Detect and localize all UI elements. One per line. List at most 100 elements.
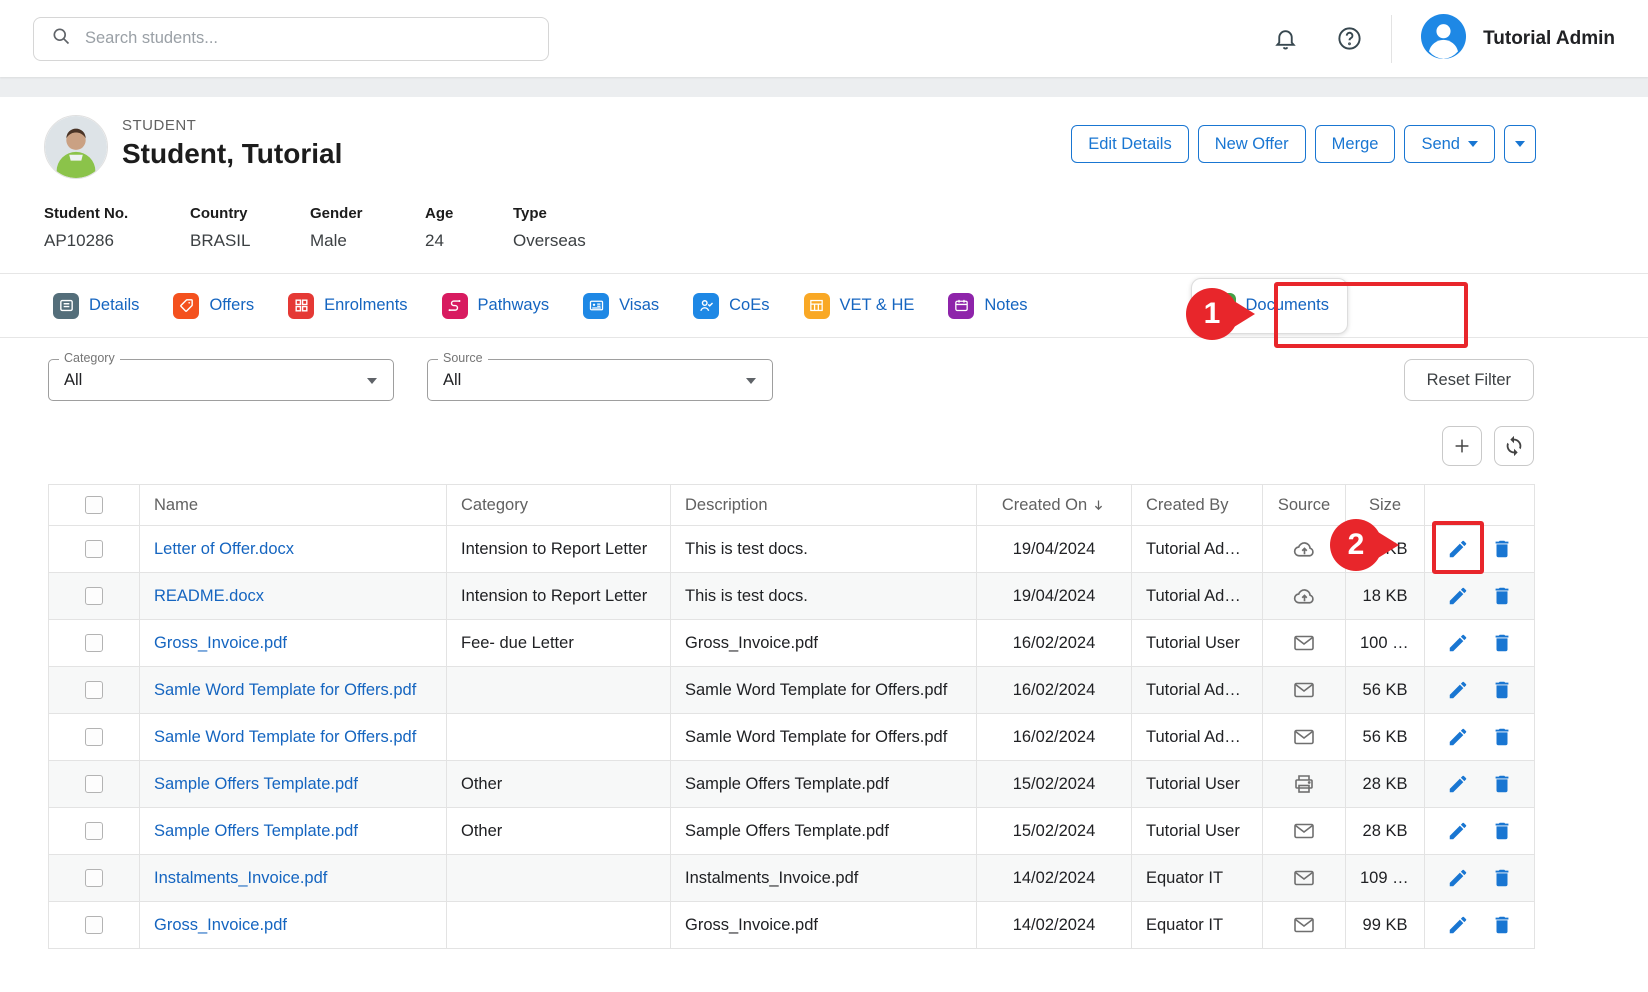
mail-icon (1292, 866, 1316, 890)
category-cell: Fee- due Letter (447, 620, 671, 667)
row-checkbox[interactable] (85, 822, 103, 840)
pathways-icon (442, 293, 468, 319)
edit-icon[interactable] (1447, 632, 1469, 654)
tab-offers[interactable]: Offers (160, 274, 267, 337)
delete-icon[interactable] (1491, 679, 1513, 701)
row-checkbox[interactable] (85, 869, 103, 887)
delete-icon[interactable] (1491, 726, 1513, 748)
cloud-upload-icon (1292, 584, 1317, 609)
document-name-link[interactable]: Sample Offers Template.pdf (154, 775, 358, 793)
select-all-checkbox[interactable] (85, 496, 103, 514)
edit-icon[interactable] (1447, 679, 1469, 701)
col-header-created-on[interactable]: Created On (977, 485, 1132, 526)
table-row: Samle Word Template for Offers.pdf Samle … (49, 667, 1535, 714)
user-menu[interactable]: Tutorial Admin (1420, 13, 1615, 65)
mail-icon (1292, 913, 1316, 937)
row-checkbox[interactable] (85, 587, 103, 605)
row-checkbox[interactable] (85, 728, 103, 746)
topbar-divider (1391, 15, 1392, 63)
tab-coes[interactable]: CoEs (680, 274, 782, 337)
row-checkbox[interactable] (85, 681, 103, 699)
send-button[interactable]: Send (1404, 125, 1495, 163)
description-cell: Samle Word Template for Offers.pdf (671, 667, 977, 714)
document-name-link[interactable]: Sample Offers Template.pdf (154, 822, 358, 840)
row-checkbox[interactable] (85, 540, 103, 558)
col-header-source[interactable]: Source (1263, 485, 1346, 526)
document-name-link[interactable]: Samle Word Template for Offers.pdf (154, 681, 416, 699)
category-cell: Other (447, 761, 671, 808)
edit-icon[interactable] (1447, 726, 1469, 748)
edit-icon[interactable] (1447, 585, 1469, 607)
delete-icon[interactable] (1491, 914, 1513, 936)
delete-icon[interactable] (1491, 632, 1513, 654)
col-header-name[interactable]: Name (140, 485, 447, 526)
documents-table: Name Category Description Created On Cre… (48, 484, 1535, 949)
reset-filter-button[interactable]: Reset Filter (1404, 359, 1534, 401)
delete-icon[interactable] (1491, 820, 1513, 842)
chevron-down-icon (1515, 141, 1525, 147)
category-cell (447, 714, 671, 761)
notifications-bell-icon[interactable] (1273, 26, 1298, 51)
tab-visas[interactable]: Visas (570, 274, 672, 337)
search-input[interactable] (85, 29, 531, 48)
description-cell: Sample Offers Template.pdf (671, 761, 977, 808)
edit-icon[interactable] (1447, 867, 1469, 889)
document-name-link[interactable]: Gross_Invoice.pdf (154, 634, 287, 652)
category-filter-select[interactable]: Category All (48, 359, 394, 401)
edit-details-button[interactable]: Edit Details (1071, 125, 1188, 163)
tab-enrolments[interactable]: Enrolments (275, 274, 420, 337)
edit-icon[interactable] (1447, 820, 1469, 842)
mail-icon (1292, 678, 1316, 702)
size-cell: 56 KB (1346, 667, 1425, 714)
info-country: Country BRASIL (190, 205, 310, 251)
source-filter-select[interactable]: Source All (427, 359, 773, 401)
col-header-category[interactable]: Category (447, 485, 671, 526)
document-name-link[interactable]: Instalments_Invoice.pdf (154, 869, 327, 887)
delete-icon[interactable] (1491, 538, 1513, 560)
student-search[interactable] (33, 17, 549, 61)
description-cell: Gross_Invoice.pdf (671, 902, 977, 949)
new-offer-button[interactable]: New Offer (1198, 125, 1306, 163)
info-gender: Gender Male (310, 205, 425, 251)
document-name-link[interactable]: Letter of Offer.docx (154, 540, 294, 558)
edit-icon[interactable] (1447, 914, 1469, 936)
edit-icon[interactable] (1447, 773, 1469, 795)
student-photo (44, 115, 108, 179)
size-cell: 109 KB (1346, 855, 1425, 902)
created-by-cell: Equator IT (1132, 855, 1263, 902)
tab-vet-he[interactable]: VET & HE (791, 274, 928, 337)
refresh-button[interactable] (1494, 426, 1534, 466)
row-checkbox[interactable] (85, 634, 103, 652)
annotation-step-2: 2 (1330, 519, 1382, 571)
delete-icon[interactable] (1491, 773, 1513, 795)
tab-details[interactable]: Details (40, 274, 152, 337)
row-checkbox[interactable] (85, 916, 103, 934)
tab-notes[interactable]: Notes (935, 274, 1040, 337)
student-type-label: STUDENT (122, 117, 342, 134)
merge-button[interactable]: Merge (1315, 125, 1396, 163)
delete-icon[interactable] (1491, 585, 1513, 607)
plus-icon (1451, 435, 1473, 457)
row-checkbox[interactable] (85, 775, 103, 793)
created-on-cell: 15/02/2024 (977, 761, 1132, 808)
topbar: Tutorial Admin (0, 0, 1648, 77)
table-row: README.docxIntension to Report LetterThi… (49, 573, 1535, 620)
annotation-step-1: 1 (1186, 288, 1238, 340)
col-header-description[interactable]: Description (671, 485, 977, 526)
document-name-link[interactable]: README.docx (154, 587, 264, 605)
user-name: Tutorial Admin (1483, 28, 1615, 50)
created-by-cell: Tutorial Admin (1132, 573, 1263, 620)
size-cell: 100 KB (1346, 620, 1425, 667)
document-name-link[interactable]: Gross_Invoice.pdf (154, 916, 287, 934)
document-name-link[interactable]: Samle Word Template for Offers.pdf (154, 728, 416, 746)
help-icon[interactable] (1336, 25, 1363, 52)
description-cell: This is test docs. (671, 526, 977, 573)
delete-icon[interactable] (1491, 867, 1513, 889)
page: Tutorial Admin STUDENT Student, Tutorial… (0, 0, 1648, 992)
col-header-created-by[interactable]: Created By (1132, 485, 1263, 526)
tab-pathways[interactable]: Pathways (429, 274, 563, 337)
size-cell: 99 KB (1346, 902, 1425, 949)
refresh-icon (1503, 435, 1525, 457)
more-actions-button[interactable] (1504, 125, 1536, 163)
add-document-button[interactable] (1442, 426, 1482, 466)
